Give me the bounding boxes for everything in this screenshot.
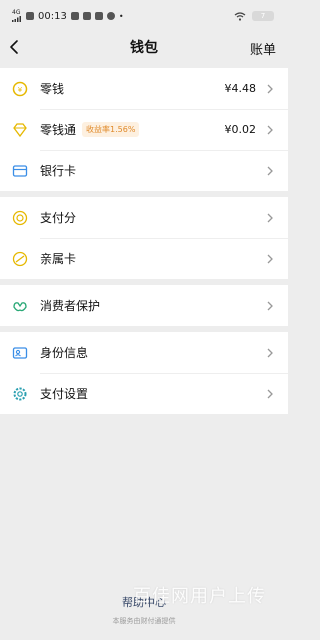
chevron-right-icon: [267, 254, 273, 263]
more-icon: •: [118, 11, 124, 21]
identity-info-row[interactable]: 身份信息: [0, 332, 288, 373]
row-value: ¥0.02: [224, 123, 257, 136]
chevron-right-icon: [267, 84, 273, 93]
wallet-balance-group: ¥ 零钱 ¥4.48 零钱通 收益率1.56% ¥0.02 银行卡: [0, 68, 288, 191]
chevron-right-icon: [267, 213, 273, 222]
signal-icon: [12, 16, 21, 22]
svg-text:¥: ¥: [18, 86, 23, 94]
row-label: 支付设置: [40, 387, 89, 401]
chevron-right-icon: [267, 348, 273, 357]
protection-icon: [12, 298, 28, 314]
page-title: 钱包: [130, 40, 158, 56]
row-label: 零钱: [40, 82, 65, 96]
licaitong-row[interactable]: 零钱通 收益率1.56% ¥0.02: [0, 109, 288, 150]
row-label: 支付分: [40, 211, 77, 225]
sim-icon: [82, 12, 91, 20]
row-label: 亲属卡: [40, 252, 77, 266]
row-label: 零钱通: [40, 121, 76, 138]
id-card-icon: [12, 345, 28, 361]
row-label: 银行卡: [40, 164, 77, 178]
navigation-header: 钱包 账单: [0, 32, 288, 62]
score-icon: [12, 210, 28, 226]
chevron-right-icon: [267, 125, 273, 134]
row-value: ¥4.48: [224, 82, 257, 95]
family-card-row[interactable]: 亲属卡: [0, 238, 288, 279]
bank-card-row[interactable]: 银行卡: [0, 150, 288, 191]
status-bar: 4G 00:13 • 7: [0, 0, 288, 32]
account-group: 身份信息 支付设置: [0, 332, 288, 414]
row-label: 消费者保护: [40, 299, 101, 313]
protection-group: 消费者保护: [0, 285, 288, 326]
wifi-icon: [234, 11, 246, 21]
row-label-text: 零钱通: [40, 123, 77, 137]
notification-icon: [70, 12, 79, 20]
watermark: 百佳网用户上传: [133, 586, 266, 607]
chevron-right-icon: [267, 389, 273, 398]
coin-icon: ¥: [12, 81, 28, 97]
chevron-right-icon: [267, 166, 273, 175]
consumer-protection-row[interactable]: 消费者保护: [0, 285, 288, 326]
yield-badge: 收益率1.56%: [82, 122, 140, 137]
network-indicator: 4G: [12, 10, 22, 22]
clock: 00:13: [38, 10, 67, 22]
hd-icon: [26, 12, 34, 20]
settings-icon: [12, 386, 28, 402]
back-icon[interactable]: [8, 37, 22, 57]
bill-button[interactable]: 账单: [250, 39, 276, 58]
card-icon: [12, 163, 28, 179]
payment-settings-row[interactable]: 支付设置: [0, 373, 288, 414]
battery-level: 7: [260, 12, 266, 20]
family-card-icon: [12, 251, 28, 267]
battery-indicator: 7: [252, 11, 274, 21]
chat-icon: [106, 12, 115, 20]
change-row[interactable]: ¥ 零钱 ¥4.48: [0, 68, 288, 109]
payment-score-row[interactable]: 支付分: [0, 197, 288, 238]
service-provider-note: 本服务由财付通提供: [112, 617, 176, 625]
diamond-icon: [12, 122, 28, 138]
chevron-right-icon: [267, 301, 273, 310]
hourglass-icon: [94, 12, 103, 20]
row-label: 身份信息: [40, 346, 89, 360]
credit-group: 支付分 亲属卡: [0, 197, 288, 279]
